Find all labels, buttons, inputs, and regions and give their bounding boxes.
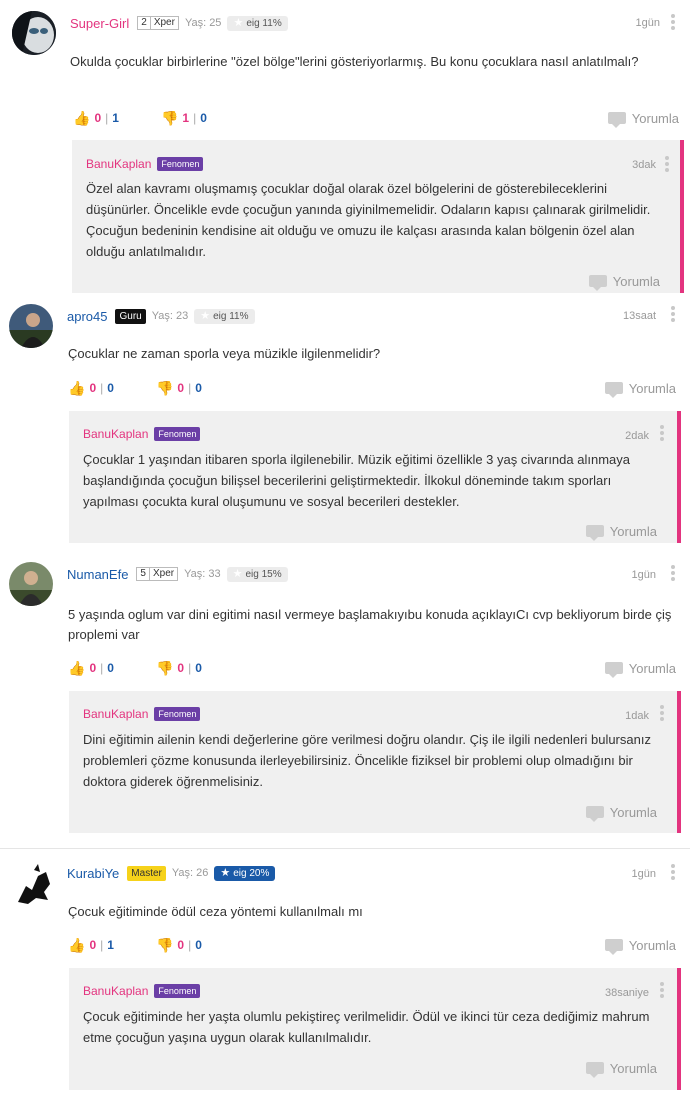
age-label: Yaş: 25: [184, 17, 222, 29]
star-icon: ★: [200, 309, 211, 322]
more-options-icon[interactable]: [659, 425, 665, 441]
fenomen-badge: Fenomen: [154, 707, 201, 721]
comment-item: apro45 Guru Yaş: 23 ★ eig 11% 13saat Çocu…: [0, 296, 690, 546]
more-options-icon[interactable]: [659, 705, 665, 721]
eig-badge: ★ eig 15%: [226, 566, 288, 582]
like-button[interactable]: 👍 0 | 0: [68, 380, 114, 397]
chat-icon: [585, 525, 604, 541]
answer-time: 3dak: [632, 159, 656, 171]
answer-time: 38saniye: [604, 987, 649, 999]
reply-button[interactable]: Yorumla: [604, 380, 676, 398]
thumbs-up-icon: 👍: [73, 109, 91, 126]
level-badge: 2 Xper: [137, 16, 179, 30]
eig-badge: ★ eig 20%: [214, 865, 276, 881]
thumbs-up-icon: 👍: [68, 379, 86, 396]
like-button[interactable]: 👍 0 | 0: [68, 660, 114, 677]
level-badge: 5 Xper: [136, 567, 179, 581]
star-icon: ★: [232, 567, 243, 580]
reply-button[interactable]: Yorumla: [607, 110, 679, 128]
reply-button[interactable]: Yorumla: [604, 660, 676, 678]
answer-box: BanuKaplan Fenomen 3dak Özel alan kavram…: [72, 140, 684, 293]
answer-username[interactable]: BanuKaplan: [86, 157, 151, 171]
reply-button[interactable]: Yorumla: [588, 273, 660, 291]
dislike-button[interactable]: 👎 0 | 0: [156, 380, 202, 397]
eig-badge: ★ eig 11%: [227, 15, 288, 31]
thumbs-down-icon: 👎: [155, 936, 174, 953]
comment-item: Super-Girl 2 Xper Yaş: 25 ★ eig 11% 1gün …: [0, 0, 690, 296]
more-options-icon[interactable]: [659, 982, 665, 998]
chat-icon: [607, 112, 626, 128]
chat-icon: [588, 275, 607, 291]
age-label: Yaş: 23: [151, 310, 189, 322]
avatar[interactable]: [9, 562, 53, 606]
fenomen-badge: Fenomen: [154, 984, 201, 998]
rank-badge: Master: [127, 865, 166, 881]
answer-time: 1dak: [625, 710, 649, 722]
comment-time: 1gün: [631, 569, 656, 581]
dislike-button[interactable]: 👎 1 | 0: [161, 110, 207, 127]
eig-badge: ★ eig 11%: [194, 308, 255, 324]
reply-button[interactable]: Yorumla: [585, 523, 657, 541]
reply-button[interactable]: Yorumla: [604, 937, 676, 955]
username[interactable]: apro45: [67, 309, 107, 324]
more-options-icon[interactable]: [664, 156, 670, 172]
comment-text: 5 yaşında oglum var dini egitimi nasıl v…: [68, 607, 672, 642]
comment-text: Çocuklar ne zaman sporla veya müzikle il…: [68, 346, 381, 361]
comment-time: 13saat: [622, 310, 656, 322]
comment-text: Okulda çocuklar birbirlerine "özel bölge…: [70, 54, 639, 69]
answer-username[interactable]: BanuKaplan: [83, 427, 148, 441]
answer-text: Dini eğitimin ailenin kendi değerlerine …: [83, 732, 651, 789]
avatar[interactable]: [12, 11, 56, 55]
chat-icon: [604, 382, 623, 398]
thumbs-down-icon: 👎: [155, 659, 174, 676]
answer-box: BanuKaplan Fenomen 38saniye Çocuk eğitim…: [69, 968, 681, 1090]
avatar[interactable]: [12, 862, 56, 906]
username[interactable]: KurabiYe: [67, 866, 119, 881]
answer-text: Çocuk eğitiminde her yaşta olumlu pekişt…: [83, 1009, 650, 1045]
answer-box: BanuKaplan Fenomen 1dak Dini eğitimin ai…: [69, 691, 681, 833]
comment-time: 1gün: [631, 868, 656, 880]
comment-item: KurabiYe Master Yaş: 26 ★ eig 20% 1gün Ço…: [0, 850, 690, 1094]
answer-time: 2dak: [625, 430, 649, 442]
dislike-button[interactable]: 👎 0 | 0: [156, 660, 202, 677]
answer-box: BanuKaplan Fenomen 2dak Çocuklar 1 yaşın…: [69, 411, 681, 543]
thumbs-down-icon: 👎: [155, 379, 174, 396]
avatar[interactable]: [9, 304, 53, 348]
reply-button[interactable]: Yorumla: [585, 1060, 657, 1078]
more-options-icon[interactable]: [670, 565, 676, 581]
chat-icon: [585, 806, 604, 822]
divider: [0, 848, 690, 849]
dislike-button[interactable]: 👎 0 | 0: [156, 937, 202, 954]
answer-username[interactable]: BanuKaplan: [83, 984, 148, 998]
thumbs-down-icon: 👎: [160, 109, 179, 126]
thumbs-up-icon: 👍: [68, 659, 86, 676]
fenomen-badge: Fenomen: [157, 157, 204, 171]
more-options-icon[interactable]: [670, 864, 676, 880]
age-label: Yaş: 33: [184, 568, 221, 580]
reply-button[interactable]: Yorumla: [585, 804, 657, 822]
star-icon: ★: [233, 16, 244, 29]
answer-text: Çocuklar 1 yaşından itibaren sporla ilgi…: [83, 452, 630, 509]
rank-badge: Guru: [115, 308, 146, 324]
more-options-icon[interactable]: [670, 306, 676, 322]
fenomen-badge: Fenomen: [154, 427, 201, 441]
age-label: Yaş: 26: [171, 867, 209, 879]
comment-time: 1gün: [635, 17, 660, 29]
comment-text: Çocuk eğitiminde ödül ceza yöntemi kulla…: [68, 904, 363, 919]
comment-item: NumanEfe 5 Xper Yaş: 33 ★ eig 15% 1gün 5 …: [0, 546, 690, 836]
chat-icon: [604, 662, 623, 678]
chat-icon: [585, 1062, 604, 1078]
answer-text: Özel alan kavramı oluşmamış çocuklar doğ…: [86, 181, 651, 259]
chat-icon: [604, 939, 623, 955]
like-button[interactable]: 👍 0 | 1: [73, 110, 119, 127]
username[interactable]: NumanEfe: [67, 567, 128, 582]
more-options-icon[interactable]: [670, 14, 676, 30]
answer-username[interactable]: BanuKaplan: [83, 707, 148, 721]
username[interactable]: Super-Girl: [70, 16, 129, 31]
star-icon: ★: [220, 866, 231, 879]
thumbs-up-icon: 👍: [68, 936, 86, 953]
like-button[interactable]: 👍 0 | 1: [68, 937, 114, 954]
